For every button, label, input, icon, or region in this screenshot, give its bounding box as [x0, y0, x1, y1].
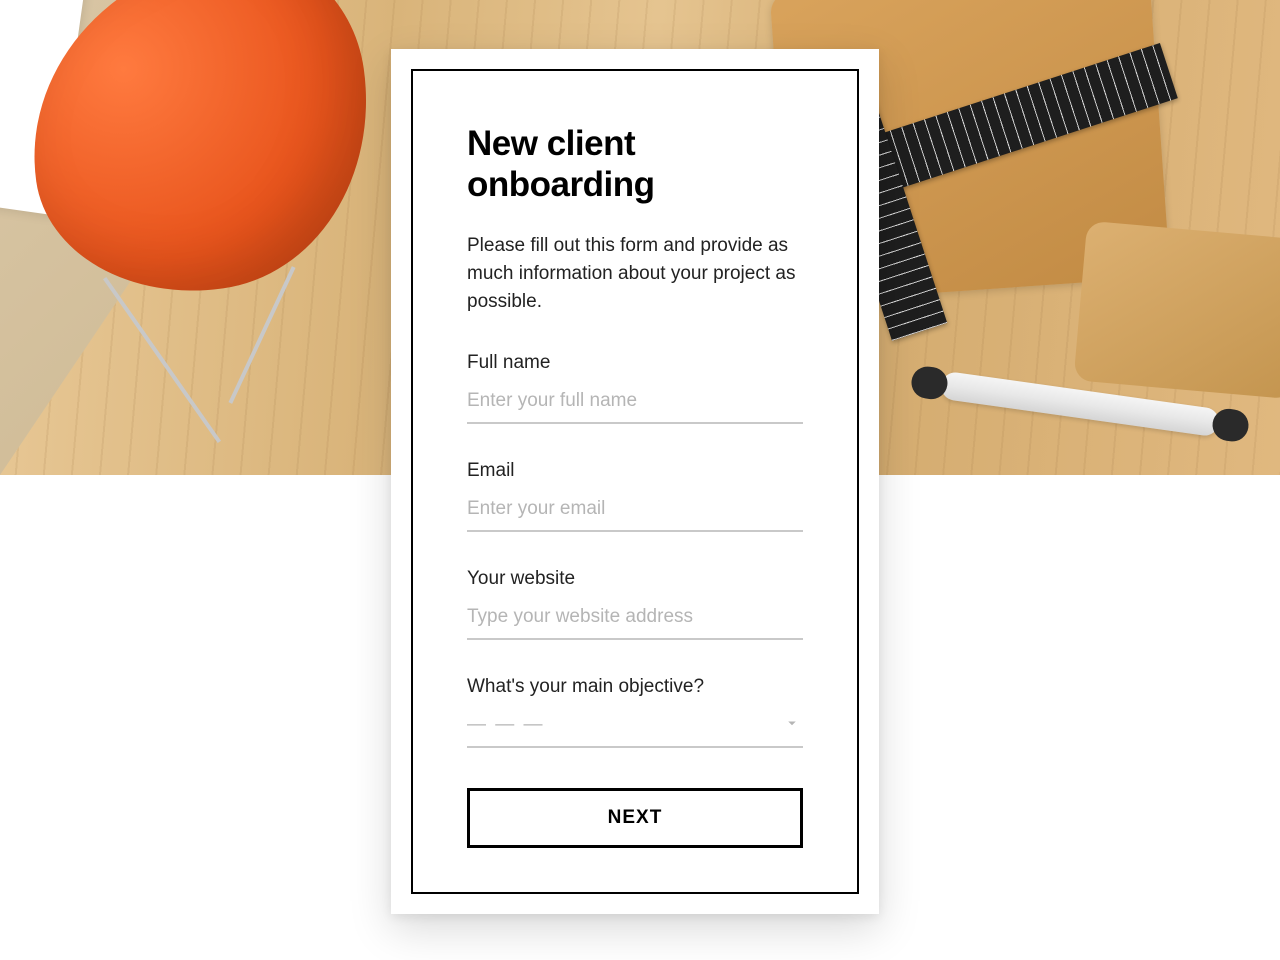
field-website: Your website: [467, 568, 803, 640]
next-button[interactable]: NEXT: [467, 788, 803, 848]
full-name-label: Full name: [467, 352, 803, 374]
form-title: New client onboarding: [467, 123, 803, 206]
field-objective: What's your main objective? — — —: [467, 676, 803, 748]
field-full-name: Full name: [467, 352, 803, 424]
objective-label: What's your main objective?: [467, 676, 803, 698]
full-name-input[interactable]: [467, 386, 803, 424]
email-input[interactable]: [467, 494, 803, 532]
form-frame: New client onboarding Please fill out th…: [411, 69, 859, 894]
field-email: Email: [467, 460, 803, 532]
email-label: Email: [467, 460, 803, 482]
website-label: Your website: [467, 568, 803, 590]
form-description: Please fill out this form and provide as…: [467, 232, 803, 316]
chevron-down-icon: [783, 714, 801, 737]
website-input[interactable]: [467, 602, 803, 640]
objective-select[interactable]: — — —: [467, 710, 803, 748]
onboarding-form-card: New client onboarding Please fill out th…: [391, 49, 879, 914]
objective-placeholder: — — —: [467, 714, 545, 735]
